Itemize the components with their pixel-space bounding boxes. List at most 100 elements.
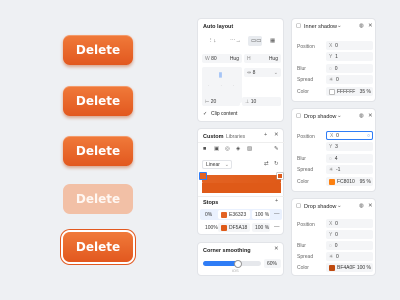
blur-label: Blur [297, 66, 306, 72]
align-horizontal-icon[interactable]: ⋯→ [230, 38, 241, 45]
swap-icon[interactable]: ⇄ [264, 161, 269, 168]
wrap-icon[interactable]: ▭▭ [251, 38, 261, 45]
y-field[interactable]: Y 3 [326, 142, 373, 151]
alignment-dots: · · · [208, 83, 240, 88]
chevron-down-icon[interactable]: ⌄ [337, 23, 342, 30]
fill-panel: Custom Libraries + ✕ ■ ▣ ◎ ◈ ▨ ✎ Linear … [197, 128, 285, 235]
visibility-icon[interactable]: ◍ [359, 113, 364, 120]
rotate-icon[interactable]: ↻ [274, 161, 279, 168]
color-field[interactable]: BF4A0F 100 % [326, 263, 373, 272]
divider [198, 142, 285, 143]
x-field[interactable]: X 0 [326, 41, 373, 50]
stop-color-field[interactable]: E36323 [218, 210, 250, 219]
stop-opacity-field[interactable]: 100 % [252, 210, 270, 219]
stop-position-field[interactable]: 0% [202, 210, 216, 219]
focus-indicator-icon: ○ [366, 132, 370, 139]
close-icon[interactable]: ✕ [368, 203, 373, 210]
effect-grip-icon[interactable]: ▢ [296, 23, 301, 30]
drop-shadow-title[interactable]: Drop shadow [304, 204, 336, 210]
chevron-down-icon[interactable]: ⌄ [337, 113, 342, 120]
grid-icon[interactable]: ▦ [270, 38, 275, 45]
smoothing-value-field[interactable]: 60% [264, 259, 281, 268]
y-field[interactable]: Y 0 [326, 230, 373, 239]
color-swatch [329, 264, 335, 271]
blur-field[interactable]: ◌ 0 [326, 241, 373, 250]
corner-smoothing-panel: Corner smoothing ✕ iOS 60% [197, 242, 284, 276]
gradient-preview [202, 183, 281, 193]
solid-fill-icon[interactable]: ■ [203, 146, 206, 153]
position-label: Position [297, 134, 315, 140]
stop-opacity-field[interactable]: 100 % [252, 223, 270, 232]
tab-custom[interactable]: Custom [203, 134, 223, 140]
eyedropper-icon[interactable]: ✎ [274, 146, 279, 153]
close-icon[interactable]: ✕ [368, 23, 373, 30]
x-field[interactable]: X 0 [326, 219, 373, 228]
tab-libraries[interactable]: Libraries [226, 134, 245, 140]
close-icon[interactable]: ✕ [274, 246, 279, 253]
width-field[interactable]: W 80 Hug [202, 54, 242, 63]
gradient-stop-start[interactable] [199, 172, 207, 180]
close-icon[interactable]: ✕ [368, 113, 373, 120]
spread-label: Spread [297, 167, 314, 173]
add-icon[interactable]: + [264, 132, 267, 139]
angular-gradient-icon[interactable]: ◈ [236, 146, 240, 153]
stop-position-field[interactable]: 100% [202, 223, 218, 232]
effect-grip-icon[interactable]: ▢ [296, 113, 301, 120]
auto-layout-panel: Auto layout ⋮↓ ⋯→ ▭▭ ▦ W 80 Hug H Hug ⫼ … [197, 18, 284, 122]
ios-tick-label: iOS [232, 268, 239, 273]
image-fill-icon[interactable]: ▨ [247, 146, 252, 153]
spread-field[interactable]: ✳ -1 [326, 165, 373, 174]
chevron-down-icon: ⌄ [224, 161, 229, 168]
padding-vertical-field[interactable]: ⊥ 10 [242, 97, 281, 106]
padding-v-icon: ⊥ [245, 98, 250, 105]
gap-field[interactable]: ⇹ 8 ⌄ [244, 68, 281, 77]
x-field-focused[interactable]: X 0 ○ [326, 131, 373, 140]
smoothing-slider-thumb[interactable] [233, 259, 242, 268]
chevron-down-icon[interactable]: ⌄ [337, 203, 342, 210]
smoothing-slider-fill [203, 261, 238, 266]
color-field[interactable]: FC8010 95 % [326, 177, 373, 186]
inner-shadow-title[interactable]: Inner shadow [304, 24, 337, 30]
spread-icon: ✳ [329, 166, 334, 173]
stop-color-field[interactable]: DF5A18 [218, 223, 250, 232]
remove-stop-icon[interactable]: — [274, 224, 280, 231]
delete-button-drop-shadow[interactable]: Delete [63, 136, 133, 166]
blur-icon: ◌ [329, 155, 332, 162]
visibility-icon[interactable]: ◍ [359, 203, 364, 210]
close-icon[interactable]: ✕ [274, 132, 279, 139]
gradient-type-select[interactable]: Linear ⌄ [202, 160, 232, 169]
blur-label: Blur [297, 156, 306, 162]
color-field[interactable]: FFFFFF 35 % [326, 87, 373, 96]
remove-stop-icon[interactable]: — [274, 211, 280, 218]
visibility-icon[interactable]: ◍ [359, 23, 364, 30]
delete-button-focused[interactable]: Delete [63, 232, 133, 262]
blur-field[interactable]: ◌ 0 [326, 64, 373, 73]
delete-button-inner-shadow[interactable]: Delete [63, 86, 133, 116]
align-vertical-icon[interactable]: ⋮↓ [208, 38, 216, 45]
linear-gradient-icon[interactable]: ▣ [214, 146, 219, 153]
blur-field[interactable]: ◌ 4 [326, 154, 373, 163]
drop-shadow-title[interactable]: Drop shadow [304, 114, 336, 120]
spread-field[interactable]: ✳ 0 [326, 75, 373, 84]
spread-icon: ✳ [329, 253, 334, 260]
delete-button-default[interactable]: Delete [63, 35, 133, 65]
y-field[interactable]: Y 1 [326, 52, 373, 61]
spread-field[interactable]: ✳ 0 [326, 252, 373, 261]
radial-gradient-icon[interactable]: ◎ [225, 146, 230, 153]
padding-horizontal-field[interactable]: ⊢ 20 [202, 97, 240, 106]
delete-button-disabled[interactable]: Delete [63, 184, 133, 214]
position-label: Position [297, 44, 315, 50]
effect-grip-icon[interactable]: ▢ [296, 203, 301, 210]
clip-content-label: Clip content [211, 111, 238, 117]
height-field[interactable]: H Hug [244, 54, 281, 63]
stop-swatch [221, 224, 227, 231]
smoothing-slider-track[interactable] [203, 259, 261, 268]
gradient-stop-end[interactable] [277, 173, 283, 179]
add-stop-icon[interactable]: + [275, 198, 278, 205]
blur-icon: ◌ [329, 65, 332, 72]
color-label: Color [297, 265, 309, 271]
inner-shadow-panel: ▢ Inner shadow ⌄ ◍ ✕ Position X 0 Y 1 Bl… [291, 18, 376, 102]
clip-content-checkbox[interactable]: ✓ [203, 111, 207, 117]
blur-label: Blur [297, 243, 306, 249]
gradient-bar[interactable] [202, 175, 281, 183]
